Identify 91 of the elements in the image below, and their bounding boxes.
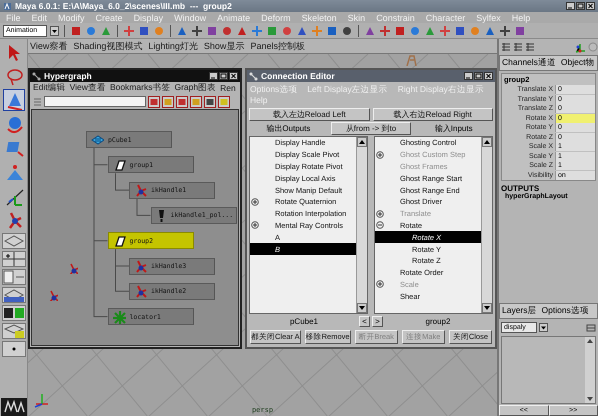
input-field[interactable] [44, 96, 146, 107]
plus-circle-icon[interactable] [251, 198, 259, 206]
list-icon[interactable] [525, 42, 535, 52]
layout-icon[interactable] [2, 251, 26, 267]
menu-item[interactable]: Options选项 [542, 305, 589, 317]
close-icon[interactable] [229, 72, 238, 80]
plus-circle-icon[interactable] [251, 221, 259, 230]
tool-button[interactable] [2, 89, 24, 111]
menu-item[interactable]: View查看 [70, 82, 106, 94]
reload-left-button[interactable]: 载入左边Reload Left [249, 108, 370, 121]
direction-button[interactable]: 从from -> 到to [330, 122, 412, 135]
layout-icon[interactable] [2, 269, 26, 285]
effector-icon [158, 208, 164, 222]
maximize-icon[interactable] [576, 2, 585, 10]
plus-circle-icon[interactable] [376, 150, 384, 159]
reload-right-button[interactable]: 载入右边Reload Right [372, 108, 493, 121]
graph-tool-icon[interactable] [162, 96, 174, 108]
axes-icon[interactable] [575, 42, 586, 52]
tool-icon[interactable] [191, 24, 203, 36]
connector-line [136, 198, 151, 216]
up-arrow-icon[interactable] [357, 137, 367, 147]
nav-button[interactable]: > [372, 316, 383, 326]
figure-drawing [404, 54, 418, 66]
node-name: pCube1 [288, 316, 320, 326]
cube-icon [90, 132, 104, 146]
window-title: Maya 6.0.1: E:\A\Maya_6.0_2\scenes\III.mb --- group2 [15, 1, 233, 11]
graph-icon [32, 72, 41, 80]
list-icon[interactable] [513, 42, 523, 52]
list-icon [33, 97, 42, 106]
minimize-icon[interactable] [464, 72, 473, 80]
tool-icon[interactable] [221, 24, 233, 36]
tool-icon[interactable] [394, 24, 406, 36]
up-arrow-icon[interactable] [482, 137, 492, 147]
menu-item[interactable]: Shading视图模式 [73, 40, 142, 52]
down-arrow-icon[interactable] [585, 395, 595, 403]
node-name: group2 [424, 316, 452, 326]
tool-icon[interactable] [138, 24, 150, 36]
section-heading: OUTPUTS [500, 183, 540, 193]
app-icon [3, 2, 12, 10]
menu-item[interactable]: Edit编辑 [33, 82, 66, 94]
down-arrow-icon[interactable] [482, 303, 492, 313]
window-title: Hypergraph [44, 71, 93, 81]
plus-circle-icon[interactable] [376, 210, 384, 218]
maximize-icon[interactable] [219, 72, 228, 80]
star-icon [112, 310, 126, 324]
minimize-icon[interactable] [566, 2, 575, 10]
tool-icon[interactable] [341, 24, 353, 36]
graph-tool-icon[interactable] [218, 96, 230, 108]
tool-icon[interactable] [206, 24, 218, 36]
tool-icon[interactable] [514, 24, 526, 36]
menu-item[interactable]: Panels控制板 [250, 40, 305, 52]
window-title: Connection Editor [261, 71, 336, 81]
layout-icon[interactable] [2, 233, 26, 249]
tool-icon[interactable] [499, 24, 511, 36]
graph-tool-icon[interactable] [148, 96, 160, 108]
minus-circle-icon[interactable] [376, 221, 384, 230]
panel-tab[interactable]: Channels通道 [502, 57, 556, 69]
menu-item[interactable]: View察看 [30, 40, 68, 52]
menu-item[interactable]: Show显示 [204, 40, 244, 52]
tool-icon[interactable] [454, 24, 466, 36]
menu-item[interactable]: Graph图表 [174, 82, 216, 94]
close-icon[interactable] [586, 2, 595, 10]
nav-button[interactable]: < [359, 316, 370, 326]
maximize-icon[interactable] [474, 72, 483, 80]
minimize-icon[interactable] [209, 72, 218, 80]
graph-icon [249, 72, 258, 80]
plus-circle-icon[interactable] [376, 280, 384, 288]
column-heading: 输出Outputs [265, 123, 312, 135]
connector-line [115, 172, 130, 191]
layout-icon[interactable] [2, 287, 26, 303]
tool-icon[interactable] [379, 24, 391, 36]
down-arrow-icon[interactable] [357, 303, 367, 313]
layout-icon[interactable] [2, 341, 26, 357]
tool-icon[interactable] [70, 24, 82, 36]
menu-item[interactable]: Layers层 [502, 305, 537, 317]
list-icon[interactable] [501, 42, 511, 52]
menu-item[interactable]: Bookmarks书签 [110, 82, 170, 94]
panel-tab[interactable]: Object物 [560, 57, 594, 69]
close-icon[interactable] [484, 72, 493, 80]
up-arrow-icon[interactable] [585, 337, 595, 345]
column-heading: 输入Inputs [434, 123, 474, 135]
graph-tool-icon[interactable] [190, 96, 202, 108]
graph-tool-icon[interactable] [176, 96, 188, 108]
tool-icon[interactable] [326, 24, 338, 36]
menu-item[interactable]: Lighting灯光 [148, 40, 198, 52]
logo-icon [0, 398, 26, 416]
layout-icon[interactable] [2, 305, 26, 321]
layout-icon[interactable] [2, 323, 26, 339]
layer-icon[interactable] [586, 322, 596, 332]
graph-tool-icon[interactable] [204, 96, 216, 108]
menu-item[interactable]: Ren [220, 83, 236, 93]
